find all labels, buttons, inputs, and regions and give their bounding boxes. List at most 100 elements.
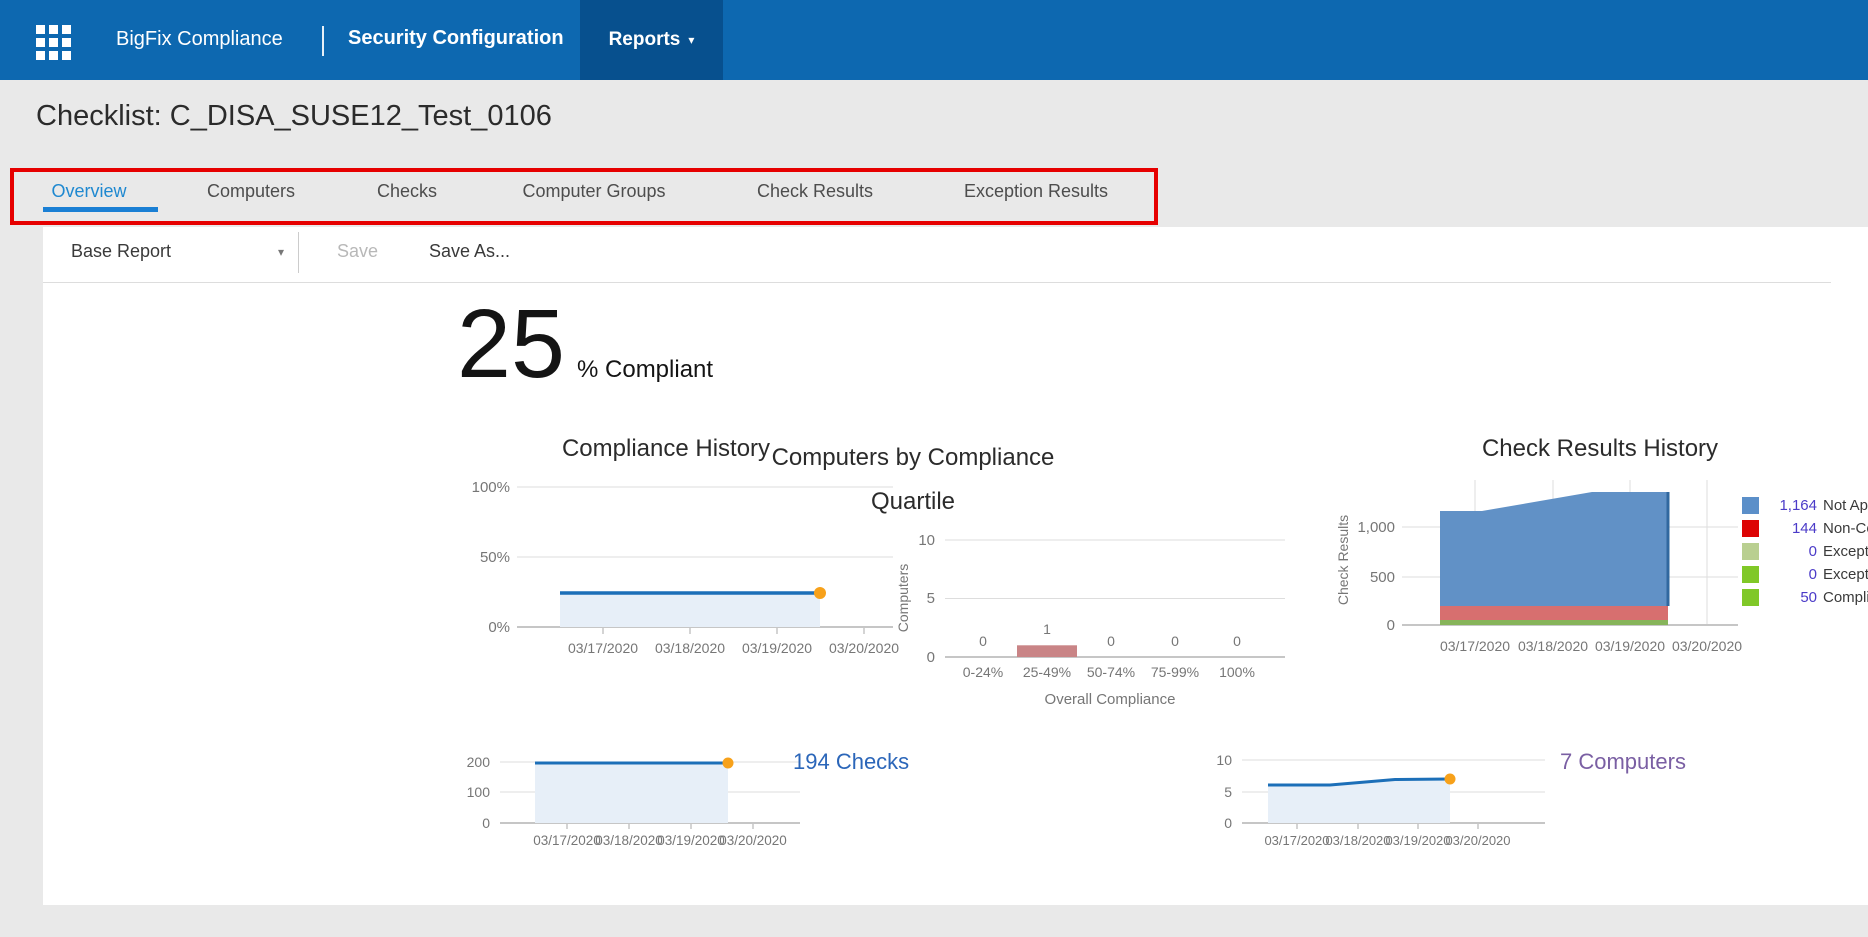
reports-menu-label: Reports — [608, 29, 681, 50]
svg-text:0: 0 — [1224, 815, 1232, 831]
non-compliant-area — [1440, 606, 1668, 620]
svg-text:500: 500 — [1370, 569, 1395, 586]
svg-text:03/17/2020: 03/17/2020 — [533, 833, 601, 848]
svg-text:1,000: 1,000 — [1357, 519, 1395, 536]
svg-text:03/19/2020: 03/19/2020 — [1385, 833, 1450, 848]
legend-count[interactable]: 144 — [1765, 520, 1817, 537]
page-title: Checklist: C_DISA_SUSE12_Test_0106 — [36, 100, 552, 132]
svg-text:0: 0 — [979, 633, 987, 649]
tab-overview[interactable]: Overview — [51, 181, 126, 202]
legend-count[interactable]: 50 — [1765, 589, 1817, 606]
legend-count[interactable]: 1,164 — [1765, 497, 1817, 514]
checks-area-fill — [535, 763, 728, 823]
latest-point-marker — [722, 757, 734, 769]
svg-text:03/18/2020: 03/18/2020 — [655, 640, 725, 656]
computers-count-link[interactable]: 7 Computers — [1560, 749, 1686, 775]
x-axis-labels: 03/17/2020 03/18/2020 03/19/2020 03/20/2… — [568, 640, 899, 656]
excepted-na-swatch — [1742, 543, 1759, 560]
svg-text:03/17/2020: 03/17/2020 — [568, 640, 638, 656]
svg-text:03/20/2020: 03/20/2020 — [719, 833, 787, 848]
legend-label: Compliant — [1823, 589, 1868, 606]
chevron-down-icon[interactable]: ▾ — [278, 245, 284, 259]
not-applicable-swatch — [1742, 497, 1759, 514]
svg-text:1: 1 — [1043, 621, 1051, 637]
svg-text:200: 200 — [467, 754, 491, 770]
non-compliant-swatch — [1742, 520, 1759, 537]
toolbar-divider — [298, 232, 299, 273]
svg-text:5: 5 — [927, 590, 935, 607]
report-selector-dropdown[interactable]: Base Report — [71, 241, 171, 262]
legend-label: Excepted ( — [1823, 566, 1868, 583]
tab-computer-groups[interactable]: Computer Groups — [522, 181, 665, 202]
tab-checks[interactable]: Checks — [377, 181, 437, 202]
legend-label: Non-Comp — [1823, 520, 1868, 537]
latest-point-marker — [814, 587, 826, 599]
y-axis-labels: 10 5 0 — [918, 532, 935, 666]
reports-menu[interactable]: Reports ▾ — [580, 0, 723, 80]
bar-25-49 — [1017, 645, 1077, 657]
check-results-legend: 1,164 Not Applic 144 Non-Comp 0 Excepted… — [1742, 494, 1868, 609]
save-button[interactable]: Save — [337, 241, 378, 262]
latest-point-marker — [1444, 773, 1456, 785]
svg-text:0: 0 — [1233, 633, 1241, 649]
compliant-swatch — [1742, 589, 1759, 606]
computers-trend-chart: 10 5 0 03/17/2020 03/18/2020 03/19/2020 … — [1216, 752, 1545, 848]
legend-count[interactable]: 0 — [1765, 566, 1817, 583]
compliant-area — [1440, 620, 1668, 625]
app-header: BigFix Compliance Security Configuration… — [0, 0, 1868, 80]
svg-text:0: 0 — [1171, 633, 1179, 649]
compliance-percent-label: % Compliant — [577, 356, 714, 383]
svg-text:03/19/2020: 03/19/2020 — [742, 640, 812, 656]
compliance-history-title: Compliance History — [561, 435, 771, 462]
section-title: Security Configuration — [348, 27, 564, 49]
compliance-history-chart: 100% 50% 0% 03/17/2020 03/18/2020 03/19/… — [472, 479, 900, 656]
svg-text:5: 5 — [1224, 784, 1232, 800]
not-applicable-area — [1440, 492, 1668, 606]
tab-computers[interactable]: Computers — [207, 181, 295, 202]
toolbar-bottom-divider — [43, 282, 1831, 283]
quartile-bar-chart: 10 5 0 Computers 0 1 0 0 0 0-24% 25-49% … — [895, 532, 1285, 708]
legend-row: 0 Excepted ( — [1742, 540, 1868, 563]
x-axis-labels: 03/17/2020 03/18/2020 03/19/2020 03/20/2… — [533, 833, 787, 848]
bigfix-compliance-overview-page: { "header": { "app_title": "BigFix Compl… — [0, 0, 1868, 937]
svg-text:03/18/2020: 03/18/2020 — [1325, 833, 1390, 848]
svg-text:0-24%: 0-24% — [963, 664, 1003, 680]
header-divider — [322, 26, 324, 56]
y-axis-labels: 100% 50% 0% — [472, 479, 510, 636]
svg-text:03/19/2020: 03/19/2020 — [657, 833, 725, 848]
svg-text:0: 0 — [1107, 633, 1115, 649]
svg-text:03/17/2020: 03/17/2020 — [1440, 638, 1510, 654]
svg-text:0: 0 — [482, 815, 490, 831]
svg-text:0%: 0% — [488, 619, 510, 636]
x-axis-labels: 03/17/2020 03/18/2020 03/19/2020 03/20/2… — [1440, 638, 1742, 654]
legend-count[interactable]: 0 — [1765, 543, 1817, 560]
y-axis-labels: 10 5 0 — [1216, 752, 1232, 831]
checks-count-link[interactable]: 194 Checks — [793, 749, 909, 775]
legend-label: Not Applic — [1823, 497, 1868, 514]
svg-text:100%: 100% — [472, 479, 510, 496]
y-axis-labels: 1,000 500 0 — [1357, 519, 1395, 634]
save-as-button[interactable]: Save As... — [429, 241, 510, 262]
svg-text:03/20/2020: 03/20/2020 — [829, 640, 899, 656]
svg-text:75-99%: 75-99% — [1151, 664, 1199, 680]
svg-text:03/19/2020: 03/19/2020 — [1595, 638, 1665, 654]
tab-check-results[interactable]: Check Results — [757, 181, 873, 202]
svg-text:03/20/2020: 03/20/2020 — [1445, 833, 1510, 848]
app-grid-icon[interactable] — [36, 25, 72, 61]
app-title[interactable]: BigFix Compliance — [116, 28, 283, 51]
x-axis-labels: 0-24% 25-49% 50-74% 75-99% 100% — [963, 664, 1255, 680]
svg-text:50-74%: 50-74% — [1087, 664, 1135, 680]
legend-row: 50 Compliant — [1742, 586, 1868, 609]
excepted-nc-swatch — [1742, 566, 1759, 583]
check-results-history-title: Check Results History — [1481, 435, 1719, 462]
compliance-percent-value: 25 — [457, 289, 565, 398]
svg-text:10: 10 — [918, 532, 935, 549]
x-axis-title: Overall Compliance — [1045, 691, 1176, 708]
legend-row: 144 Non-Comp — [1742, 517, 1868, 540]
tab-exception-results[interactable]: Exception Results — [964, 181, 1108, 202]
svg-text:50%: 50% — [480, 549, 510, 566]
compliance-area-fill — [560, 593, 820, 627]
svg-text:10: 10 — [1216, 752, 1232, 768]
bar-value-labels: 0 1 0 0 0 — [979, 621, 1241, 649]
y-axis-labels: 200 100 0 — [467, 754, 491, 831]
